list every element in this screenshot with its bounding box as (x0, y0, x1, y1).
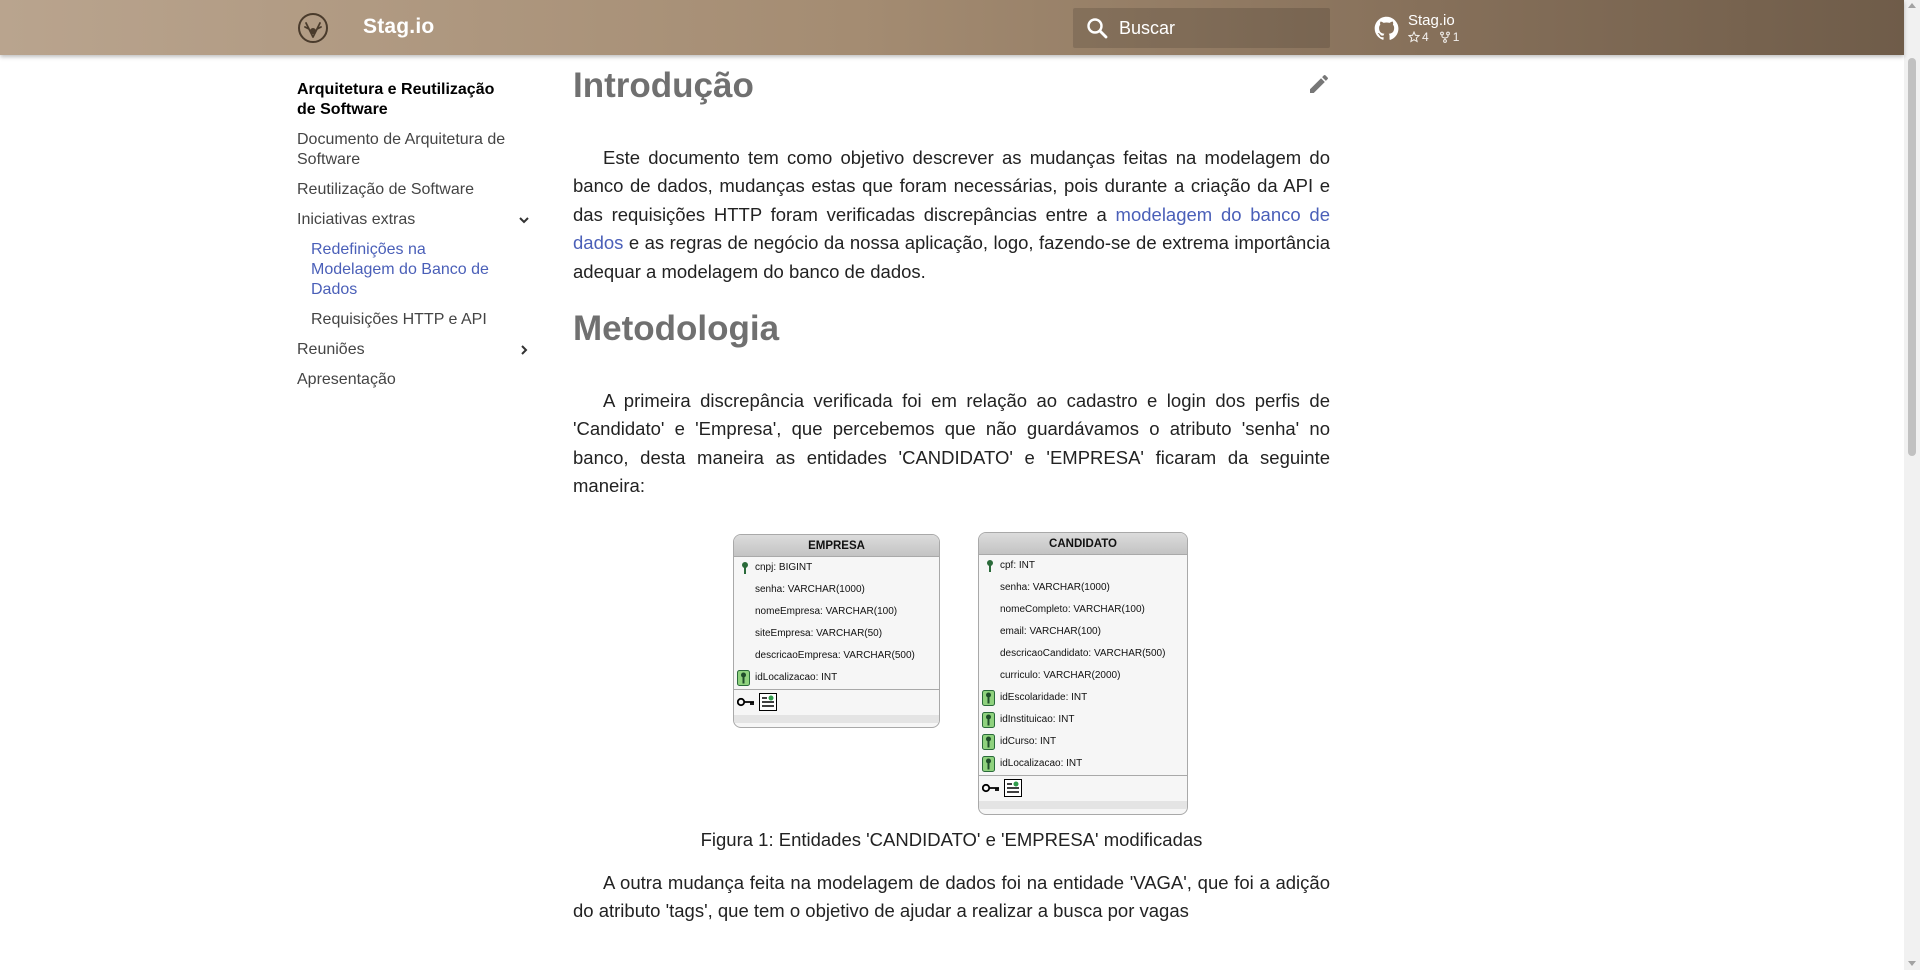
sidebar-nav: Arquitetura e Reutilização de Software D… (297, 80, 534, 400)
er-table-title: EMPRESA (734, 534, 939, 557)
primary-key-icon (742, 561, 748, 574)
er-table-rows: cpf: INT senha: VARCHAR(1000) nomeComple… (979, 555, 1187, 775)
er-table-title: CANDIDATO (979, 532, 1187, 555)
repo-forks-count: 1 (1452, 29, 1460, 44)
methodology-heading: Metodologia (573, 309, 780, 349)
repo-info: Stag.io 4 1 (1408, 12, 1459, 45)
key-icon (982, 783, 999, 792)
er-row: curriculo: VARCHAR(2000) (1000, 669, 1121, 681)
er-row: nomeEmpresa: VARCHAR(100) (755, 605, 898, 617)
repo-link[interactable]: Stag.io 4 1 (1373, 8, 1459, 48)
intro-paragraph: Este documento tem como objetivo descrev… (573, 144, 1330, 286)
repo-stars-count: 4 (1422, 29, 1429, 44)
sidebar-item-label: Iniciativas extras (297, 211, 416, 228)
scrollbar-thumb[interactable] (1908, 58, 1916, 456)
er-table-rows: cnpj: BIGINT senha: VARCHAR(1000) nomeEm… (734, 557, 939, 689)
github-icon (1374, 16, 1399, 40)
er-row: descricaoEmpresa: VARCHAR(500) (755, 649, 915, 661)
er-diagram-figure: EMPRESA cnpj: BIGINT senha: VARCHAR(1000… (573, 531, 1330, 869)
er-row-fk: idLocalizacao: INT (979, 753, 1187, 775)
er-row: email: VARCHAR(100) (1000, 625, 1101, 637)
search-icon (1087, 18, 1108, 39)
er-table-footer (734, 688, 939, 715)
top-header: Stag.io Stag.io 4 1 (0, 0, 1904, 55)
figure-caption: Figura 1: Entidades 'CANDIDATO' e 'EMPRE… (700, 828, 1203, 850)
star-icon (1408, 30, 1420, 43)
er-row: descricaoCandidato: VARCHAR(500) (1000, 647, 1166, 659)
sidebar-item-requisicoes-http[interactable]: Requisições HTTP e API (311, 310, 534, 330)
search-input[interactable] (1119, 17, 1319, 39)
sidebar-item-reunioes[interactable]: Reuniões (297, 340, 534, 360)
page-scrollbar[interactable] (1904, 0, 1920, 970)
repo-forks: 1 (1439, 29, 1460, 45)
er-table-empresa: EMPRESA cnpj: BIGINT senha: VARCHAR(1000… (733, 533, 940, 728)
repo-stars: 4 (1408, 29, 1429, 45)
key-icon (737, 697, 754, 706)
intro-text-2: e as regras de negócio da nossa aplicaçã… (573, 232, 1330, 282)
sidebar-item-documento-arquitetura[interactable]: Documento de Arquitetura de Software (297, 130, 534, 170)
er-row: senha: VARCHAR(1000) (1000, 581, 1110, 593)
stag-logo-icon[interactable] (297, 12, 329, 44)
chevron-right-icon[interactable] (514, 340, 534, 360)
er-row-pk: cpf: INT (979, 555, 1187, 577)
repo-facts: 4 1 (1408, 29, 1459, 45)
foreign-key-icon (982, 689, 995, 706)
er-row: nomeCompleto: VARCHAR(100) (1000, 603, 1145, 615)
er-row-fk: idInstituicao: INT (979, 709, 1187, 731)
er-table-bottom (979, 800, 1187, 809)
sidebar-subnav: Redefinições na Modelagem do Banco de Da… (297, 240, 534, 330)
fork-icon (1439, 31, 1450, 43)
index-icon (759, 692, 777, 711)
er-row-pk: cnpj: BIGINT (734, 557, 939, 579)
site-title[interactable]: Stag.io (363, 15, 434, 39)
chevron-down-icon[interactable] (514, 210, 534, 230)
intro-heading: Introdução (573, 66, 754, 105)
sidebar-item-apresentacao[interactable]: Apresentação (297, 370, 534, 390)
index-icon (1004, 778, 1022, 797)
sidebar-item-arquitetura-reutilizacao[interactable]: Arquitetura e Reutilização de Software (297, 80, 534, 120)
foreign-key-icon (982, 711, 995, 728)
methodology-paragraph: A primeira discrepância verificada foi e… (573, 390, 1330, 497)
er-row-fk: idCurso: INT (979, 731, 1187, 753)
primary-key-icon (987, 559, 993, 572)
search-box[interactable] (1073, 8, 1330, 48)
sidebar-item-redefinicoes[interactable]: Redefinições na Modelagem do Banco de Da… (311, 240, 534, 300)
er-table-bottom (734, 714, 939, 723)
scroll-down-arrow-icon[interactable] (1908, 961, 1916, 966)
er-row: siteEmpresa: VARCHAR(50) (755, 627, 883, 639)
scroll-up-arrow-icon[interactable] (1908, 3, 1916, 8)
main-content: Introdução Este documento tem como objet… (573, 60, 1330, 925)
sidebar-item-iniciativas-extras[interactable]: Iniciativas extras (297, 210, 534, 230)
er-row-fk: idLocalizacao: INT (734, 667, 939, 689)
repo-name: Stag.io (1408, 11, 1455, 29)
er-row-fk: idEscolaridade: INT (979, 687, 1187, 709)
er-row: senha: VARCHAR(1000) (755, 583, 865, 595)
foreign-key-icon (982, 755, 995, 772)
vaga-paragraph: A outra mudança feita na modelagem de da… (573, 871, 1330, 922)
er-table-footer (979, 774, 1187, 801)
er-table-candidato: CANDIDATO cpf: INT senha: VARCHAR(1000) … (978, 531, 1188, 815)
sidebar-item-reutilizacao[interactable]: Reutilização de Software (297, 180, 534, 200)
foreign-key-icon (982, 733, 995, 750)
edit-pencil-icon[interactable] (1307, 72, 1331, 96)
foreign-key-icon (737, 669, 750, 686)
sidebar-item-label: Reuniões (297, 341, 365, 358)
